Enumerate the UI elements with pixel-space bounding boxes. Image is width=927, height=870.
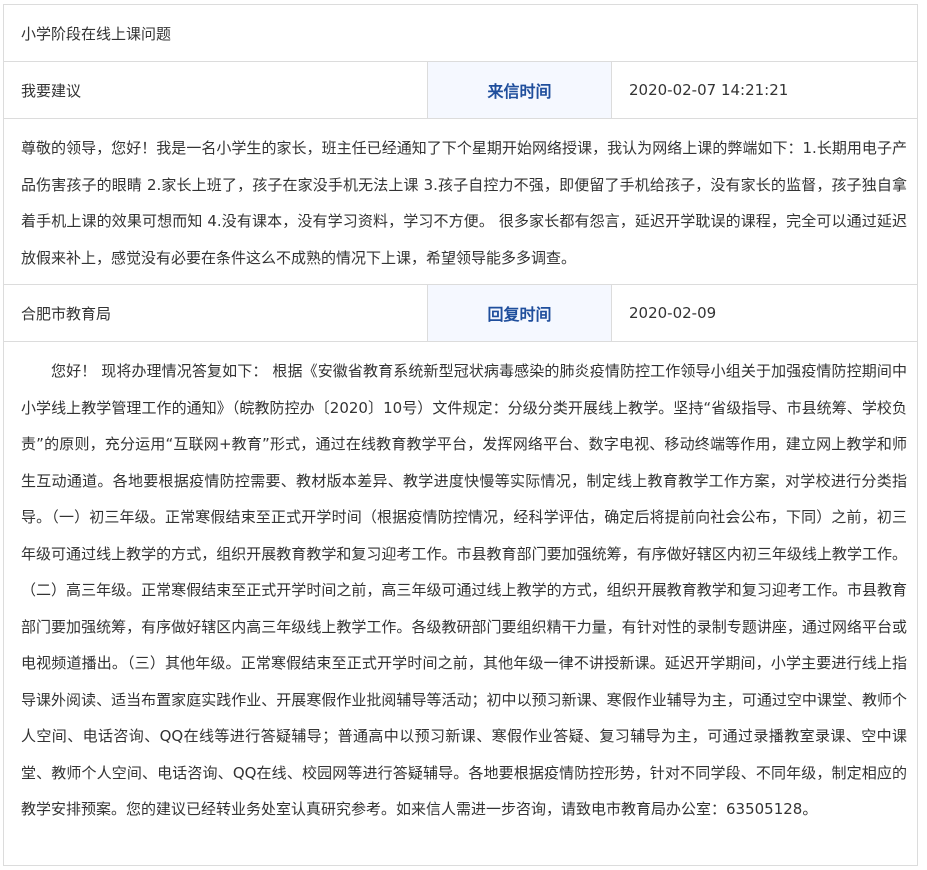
letter-subject: 小学阶段在线上课问题: [21, 24, 172, 43]
letter-content-row: 尊敬的领导，您好！我是一名小学生的家长，班主任已经通知了下个星期开始网络授课，我…: [4, 119, 918, 285]
reply-department: 合肥市教育局: [4, 285, 428, 341]
letter-time-label: 来信时间: [428, 62, 612, 118]
reply-time-value: 2020-02-09: [629, 304, 717, 322]
reply-meta-row: 合肥市教育局 回复时间 2020-02-09: [4, 285, 918, 342]
letter-meta-row: 我要建议 来信时间 2020-02-07 14:21:21: [4, 62, 918, 119]
subject-row: 小学阶段在线上课问题: [4, 5, 918, 62]
letter-time-value: 2020-02-07 14:21:21: [629, 81, 789, 99]
reply-time-label: 回复时间: [428, 285, 612, 341]
letter-category: 我要建议: [4, 62, 428, 118]
reply-content-row: 您好！ 现将办理情况答复如下： 根据《安徽省教育系统新型冠状病毒感染的肺炎疫情防…: [4, 342, 918, 866]
letter-detail-table: 小学阶段在线上课问题 我要建议 来信时间 2020-02-07 14:21:21…: [3, 4, 918, 866]
reply-content: 您好！ 现将办理情况答复如下： 根据《安徽省教育系统新型冠状病毒感染的肺炎疫情防…: [21, 362, 907, 818]
letter-content: 尊敬的领导，您好！我是一名小学生的家长，班主任已经通知了下个星期开始网络授课，我…: [21, 139, 907, 267]
